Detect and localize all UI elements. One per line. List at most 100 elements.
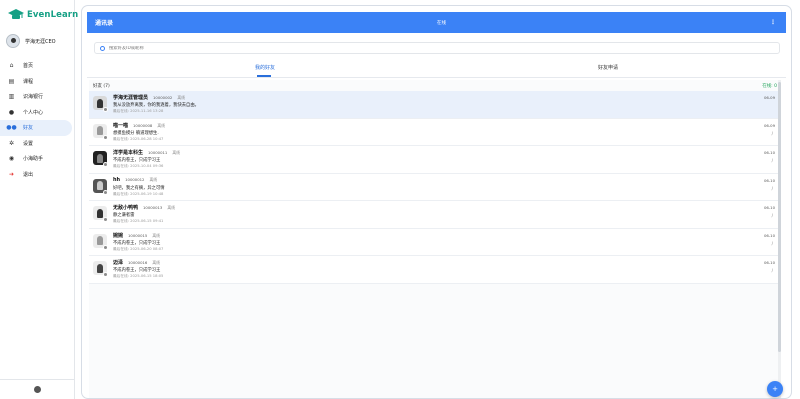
scrollbar[interactable] (778, 80, 781, 398)
list-item[interactable]: 喵一喵 10000008 离线 想摸鱼摸分 躺道理想生. 最后在线: 2025-06… (89, 118, 781, 146)
sidebar-footer (0, 379, 75, 399)
add-friend-button[interactable]: + (767, 381, 783, 397)
offline-status-dot (103, 272, 108, 277)
main-panel: 通讯录 在线 ⋮ 我的好友 好友申请 好友 (7) 在线: 0 学海无涯管理员 1… (81, 5, 792, 399)
friend-extra: / (771, 213, 773, 218)
last-online: 最后在线: 2025-06-15 09:41 (113, 219, 164, 223)
friend-date: 06-10 (763, 232, 775, 238)
sidebar-item-home[interactable]: ⌂ 首页 (0, 58, 75, 74)
user-name: 学海无涯CEO (25, 38, 56, 45)
sidebar-item-friends[interactable]: ●● 好友 (0, 120, 72, 136)
sidebar-item-label: 课程 (23, 78, 34, 85)
theme-toggle-icon[interactable] (34, 386, 41, 393)
scrollbar-thumb[interactable] (778, 82, 781, 352)
offline-status-dot (103, 244, 108, 250)
friend-name: 婉婉 (113, 232, 124, 239)
last-online: 最后在线: 2025-06-20 08:07 (113, 246, 164, 251)
friend-list: 好友 (7) 在线: 0 学海无涯管理员 10000002 离线 我从没放弃离我，你… (89, 80, 781, 398)
friend-signature: 静之谦者雷 (113, 213, 135, 218)
friend-status: 离线 (149, 176, 158, 182)
chat-icon: ◉ (8, 155, 15, 163)
search-box (94, 42, 780, 54)
list-item[interactable]: 学海无涯管理员 10000002 离线 我从没放弃离我，你的我逐着，我快去自由。 最… (89, 91, 781, 119)
friend-id: 10000016 (128, 260, 148, 265)
friend-extra: / (771, 130, 773, 136)
friend-signature: 想摸鱼摸分 躺道理想生. (113, 130, 159, 136)
avatar[interactable] (6, 34, 20, 48)
last-online: 最后在线: 2025-06-19 10:48 (113, 191, 164, 196)
list-item[interactable]: 无敌小鸭鸭 10000013 离线 静之谦者雷 最后在线: 2025-06-15 0… (89, 201, 781, 229)
list-item[interactable]: 迈泽 10000016 离线 不成内卷王，只成学习王 最后在线: 2025-06-1… (89, 256, 781, 284)
friend-name: 无敌小鸭鸭 (113, 205, 139, 211)
friend-id: 10000012 (125, 176, 145, 182)
more-options-icon[interactable]: ⋮ (770, 19, 776, 26)
friend-signature: 我从没放弃离我，你的我逐着，我快去自由。 (113, 103, 199, 108)
sidebar: EvenLearn 学海无涯CEO ⌂ 首页 ▤ 课程 ▥ 识海银行 ● 个人中… (0, 0, 78, 399)
bank-icon: ▥ (8, 93, 15, 101)
brand-name: EvenLearn (27, 10, 79, 20)
status-badge: 在线 (437, 20, 446, 26)
friend-status: 离线 (167, 205, 175, 210)
list-item[interactable]: 婉婉 10000015 离线 不成内卷王，只成学习王 最后在线: 2025-06-2… (89, 228, 781, 256)
sidebar-item-label: 设置 (23, 140, 34, 147)
app-logo[interactable]: EvenLearn (8, 7, 78, 23)
last-online: 最后在线: 2025-06-15 18:05 (113, 274, 164, 278)
friend-status: 离线 (157, 122, 165, 128)
friend-status: 离线 (152, 260, 160, 265)
gear-icon: ✲ (8, 139, 15, 147)
sidebar-item-label: 首页 (23, 63, 34, 70)
friend-date: 06-09 (763, 95, 775, 100)
list-item[interactable]: hh 10000012 离线 好吧，我之有摘，异之可情 最后在线: 2025-06-… (89, 173, 781, 201)
friend-id: 10000008 (133, 122, 153, 128)
friend-id: 10000002 (153, 95, 173, 100)
friend-date: 06-10 (763, 205, 775, 210)
friend-date: 06-10 (763, 150, 775, 155)
friend-signature: 不成内卷王，只成学习王 (113, 158, 161, 163)
active-tab-indicator (257, 75, 271, 77)
search-icon (100, 45, 105, 51)
friend-signature: 不成内卷王，只成学习王 (113, 240, 161, 246)
search-input[interactable] (109, 45, 709, 51)
friend-status: 离线 (177, 95, 185, 100)
friend-extra: / (771, 185, 773, 191)
friend-date: 06-10 (763, 177, 775, 183)
last-online: 最后在线: 2025-11-16 13:28 (113, 109, 164, 113)
friend-count: 好友 (7) (93, 83, 110, 89)
last-online: 最后在线: 2025-06-28 10:47 (113, 136, 164, 141)
graduation-cap-icon (8, 9, 24, 19)
user-profile[interactable]: 学海无涯CEO (6, 34, 56, 48)
offline-status-dot (103, 107, 108, 112)
sidebar-item-label: 好友 (23, 125, 34, 132)
offline-status-dot (103, 162, 108, 167)
sidebar-nav: ⌂ 首页 ▤ 课程 ▥ 识海银行 ● 个人中心 ●● 好友 ✲ 设置 ◉ 小海助… (0, 58, 75, 182)
sidebar-item-settings[interactable]: ✲ 设置 (0, 136, 75, 152)
friend-date: 06-10 (763, 260, 775, 265)
offline-status-dot (103, 217, 108, 222)
friend-status: 离线 (152, 232, 160, 238)
online-count: 在线: 0 (762, 83, 777, 89)
friend-id: 10000013 (143, 205, 163, 210)
sidebar-item-profile[interactable]: ● 个人中心 (0, 105, 75, 121)
tab-my-friends[interactable]: 我的好友 (255, 64, 275, 71)
friend-date: 06-09 (763, 122, 775, 128)
friend-status: 离线 (172, 150, 180, 155)
friend-extra: / (771, 240, 773, 246)
logout-icon: ➜ (8, 170, 15, 178)
friend-name: 喵一喵 (113, 122, 129, 129)
friend-id: 10000015 (128, 232, 148, 238)
home-icon: ⌂ (9, 62, 14, 70)
contacts-header: 通讯录 在线 ⋮ (87, 12, 786, 33)
sidebar-item-courses[interactable]: ▤ 课程 (0, 74, 75, 90)
list-item[interactable]: 洋学是本科生 10000011 离线 不成内卷王，只成学习王 最后在线: 2025-… (89, 146, 781, 174)
tab-friend-requests[interactable]: 好友申请 (598, 64, 618, 71)
sidebar-item-logout[interactable]: ➜ 退出 (0, 167, 75, 183)
friend-id: 10000011 (148, 150, 168, 155)
sidebar-item-label: 小海助手 (23, 156, 44, 163)
friend-signature: 不成内卷王，只成学习王 (113, 268, 161, 273)
sidebar-item-bank[interactable]: ▥ 识海银行 (0, 89, 75, 105)
offline-status-dot (103, 134, 108, 140)
friend-name: 学海无涯管理员 (113, 95, 149, 101)
last-online: 最后在线: 2025-10-04 09:36 (113, 164, 164, 168)
sidebar-item-assistant[interactable]: ◉ 小海助手 (0, 151, 75, 167)
friend-signature: 好吧，我之有摘，异之可情 (113, 185, 165, 191)
